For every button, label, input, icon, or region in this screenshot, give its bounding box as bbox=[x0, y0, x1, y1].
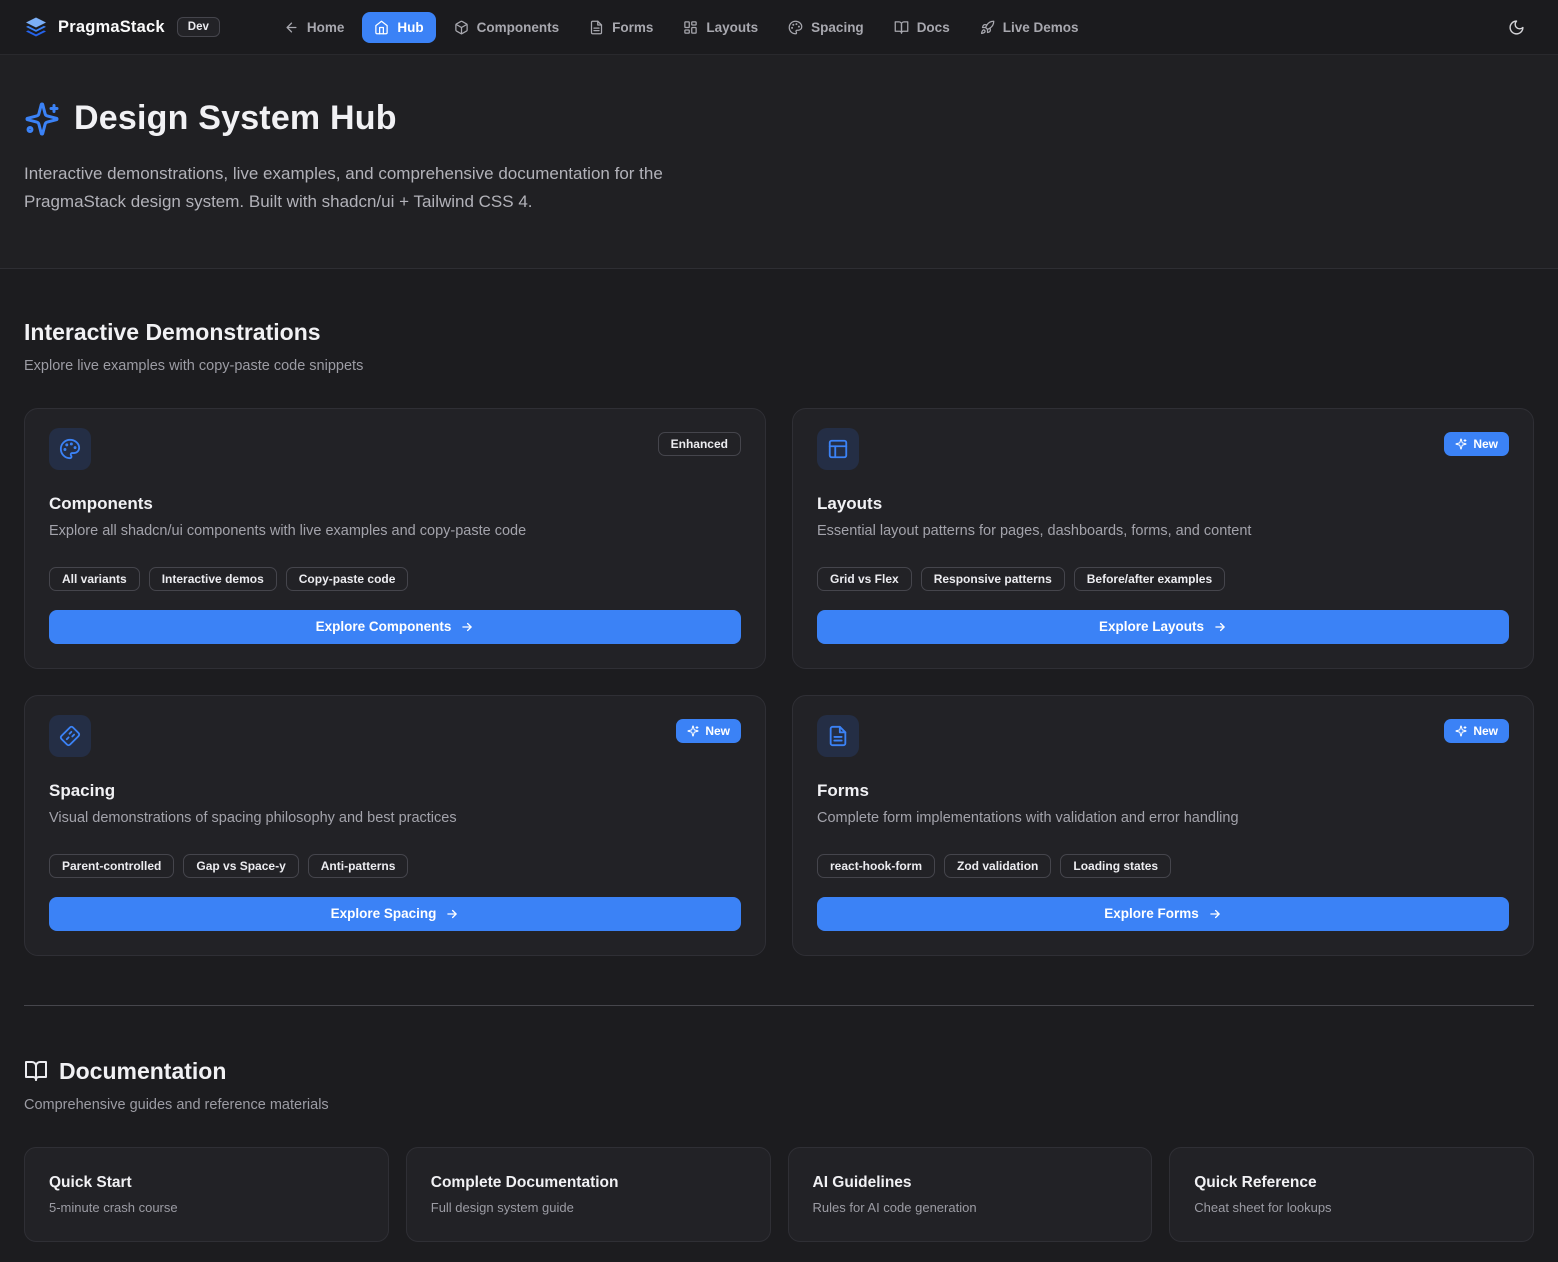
main-nav: Home Hub Components Forms Layouts bbox=[272, 12, 1091, 43]
doc-card-description: 5-minute crash course bbox=[49, 1200, 364, 1215]
demo-card-title: Components bbox=[49, 494, 741, 514]
doc-card-quick-start[interactable]: Quick Start 5-minute crash course bbox=[24, 1147, 389, 1242]
nav-item-forms[interactable]: Forms bbox=[577, 12, 665, 43]
arrow-right-icon bbox=[445, 907, 459, 921]
feature-tag: Before/after examples bbox=[1074, 567, 1225, 591]
feature-tag: Grid vs Flex bbox=[817, 567, 912, 591]
env-badge: Dev bbox=[177, 17, 220, 37]
book-open-icon bbox=[894, 20, 909, 35]
doc-card-description: Rules for AI code generation bbox=[813, 1200, 1128, 1215]
demos-subheading: Explore live examples with copy-paste co… bbox=[24, 358, 1534, 374]
doc-card-quick-reference[interactable]: Quick Reference Cheat sheet for lookups bbox=[1169, 1147, 1534, 1242]
main-content: Interactive Demonstrations Explore live … bbox=[0, 269, 1558, 1262]
doc-card-complete-documentation[interactable]: Complete Documentation Full design syste… bbox=[406, 1147, 771, 1242]
docs-subheading: Comprehensive guides and reference mater… bbox=[24, 1097, 1534, 1113]
feature-tag: Copy-paste code bbox=[286, 567, 409, 591]
doc-card-grid: Quick Start 5-minute crash course Comple… bbox=[24, 1147, 1534, 1242]
feature-tag: Loading states bbox=[1060, 854, 1171, 878]
feature-tag: Interactive demos bbox=[149, 567, 277, 591]
doc-card-title: AI Guidelines bbox=[813, 1174, 1128, 1192]
layers-icon bbox=[24, 15, 48, 39]
doc-card-description: Cheat sheet for lookups bbox=[1194, 1200, 1509, 1215]
panels-top-left-icon bbox=[817, 428, 859, 470]
demo-card-layouts: New Layouts Essential layout patterns fo… bbox=[792, 408, 1534, 669]
explore-components-button[interactable]: Explore Components bbox=[49, 610, 741, 644]
nav-item-layouts[interactable]: Layouts bbox=[671, 12, 770, 43]
status-badge-new: New bbox=[1444, 719, 1509, 743]
sparkles-icon bbox=[687, 725, 699, 737]
demo-card-description: Explore all shadcn/ui components with li… bbox=[49, 523, 741, 539]
nav-item-spacing[interactable]: Spacing bbox=[776, 12, 876, 43]
explore-forms-button[interactable]: Explore Forms bbox=[817, 897, 1509, 931]
sparkles-icon bbox=[1455, 725, 1467, 737]
moon-icon bbox=[1508, 19, 1525, 36]
nav-item-components[interactable]: Components bbox=[442, 12, 572, 43]
page-title: Design System Hub bbox=[74, 99, 397, 138]
file-text-icon bbox=[589, 20, 604, 35]
demo-card-title: Spacing bbox=[49, 781, 741, 801]
palette-icon bbox=[49, 428, 91, 470]
home-icon bbox=[374, 20, 389, 35]
nav-item-docs[interactable]: Docs bbox=[882, 12, 962, 43]
feature-tag: All variants bbox=[49, 567, 140, 591]
demo-card-spacing: New Spacing Visual demonstrations of spa… bbox=[24, 695, 766, 956]
top-navbar: PragmaStack Dev Home Hub Components Fo bbox=[0, 0, 1558, 55]
sparkles-icon bbox=[24, 101, 60, 137]
doc-card-title: Quick Start bbox=[49, 1174, 364, 1192]
docs-heading: Documentation bbox=[59, 1058, 226, 1085]
hero-section: Design System Hub Interactive demonstrat… bbox=[0, 55, 1558, 269]
doc-card-title: Quick Reference bbox=[1194, 1174, 1509, 1192]
demo-card-components: Enhanced Components Explore all shadcn/u… bbox=[24, 408, 766, 669]
brand-name: PragmaStack bbox=[58, 18, 165, 37]
book-open-icon bbox=[24, 1059, 48, 1083]
feature-tag: Zod validation bbox=[944, 854, 1051, 878]
doc-card-description: Full design system guide bbox=[431, 1200, 746, 1215]
status-badge-new: New bbox=[676, 719, 741, 743]
brand[interactable]: PragmaStack Dev bbox=[24, 15, 220, 39]
arrow-right-icon bbox=[1208, 907, 1222, 921]
nav-item-live-demos[interactable]: Live Demos bbox=[968, 12, 1091, 43]
feature-tag: Responsive patterns bbox=[921, 567, 1065, 591]
theme-toggle-button[interactable] bbox=[1498, 9, 1534, 45]
demo-card-description: Visual demonstrations of spacing philoso… bbox=[49, 810, 741, 826]
feature-tag: react-hook-form bbox=[817, 854, 935, 878]
arrow-right-icon bbox=[1213, 620, 1227, 634]
palette-icon bbox=[788, 20, 803, 35]
demo-card-title: Layouts bbox=[817, 494, 1509, 514]
nav-item-home[interactable]: Home bbox=[272, 12, 357, 43]
ruler-icon bbox=[49, 715, 91, 757]
doc-card-ai-guidelines[interactable]: AI Guidelines Rules for AI code generati… bbox=[788, 1147, 1153, 1242]
demos-heading: Interactive Demonstrations bbox=[24, 319, 1534, 346]
status-badge-enhanced: Enhanced bbox=[658, 432, 741, 456]
rocket-icon bbox=[980, 20, 995, 35]
page-description: Interactive demonstrations, live example… bbox=[24, 160, 769, 216]
demo-card-description: Complete form implementations with valid… bbox=[817, 810, 1509, 826]
nav-item-hub[interactable]: Hub bbox=[362, 12, 435, 43]
status-badge-new: New bbox=[1444, 432, 1509, 456]
demo-card-description: Essential layout patterns for pages, das… bbox=[817, 523, 1509, 539]
demo-card-forms: New Forms Complete form implementations … bbox=[792, 695, 1534, 956]
demo-card-grid: Enhanced Components Explore all shadcn/u… bbox=[24, 408, 1534, 956]
feature-tag: Anti-patterns bbox=[308, 854, 409, 878]
sparkles-icon bbox=[1455, 438, 1467, 450]
file-text-icon bbox=[817, 715, 859, 757]
demo-card-title: Forms bbox=[817, 781, 1509, 801]
explore-spacing-button[interactable]: Explore Spacing bbox=[49, 897, 741, 931]
box-icon bbox=[454, 20, 469, 35]
doc-card-title: Complete Documentation bbox=[431, 1174, 746, 1192]
feature-tag: Gap vs Space-y bbox=[183, 854, 298, 878]
arrow-right-icon bbox=[460, 620, 474, 634]
arrow-left-icon bbox=[284, 20, 299, 35]
feature-tag: Parent-controlled bbox=[49, 854, 174, 878]
layout-dashboard-icon bbox=[683, 20, 698, 35]
explore-layouts-button[interactable]: Explore Layouts bbox=[817, 610, 1509, 644]
